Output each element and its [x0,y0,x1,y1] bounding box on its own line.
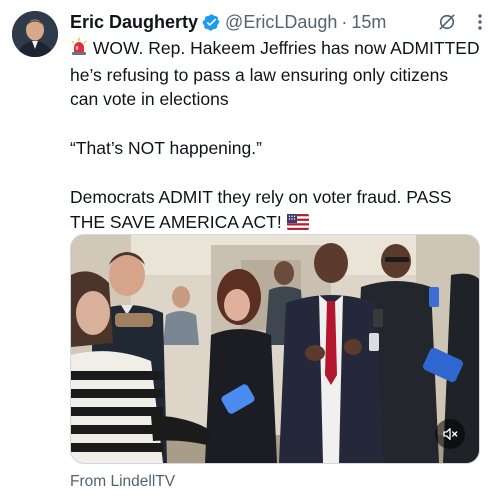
tweet-quote: “That’s NOT happening.” [70,138,262,158]
tweet-header: Eric Daugherty @EricLDaugh · 15m [70,8,483,36]
video-attribution[interactable]: From LindellTV [70,473,175,491]
grok-icon[interactable] [437,12,457,32]
avatar[interactable] [12,11,58,57]
tweet-timestamp[interactable]: 15m [351,12,386,33]
header-separator: · [341,11,348,32]
verified-badge-icon [202,13,221,32]
tweet-text: WOW. Rep. Hakeem Jeffries has now ADMITT… [70,36,480,236]
video-frame [71,235,479,463]
tweet-paragraph-3: Democrats ADMIT they rely on voter fraud… [70,185,480,236]
tweet-paragraph-1: WOW. Rep. Hakeem Jeffries has now ADMITT… [70,36,480,112]
tweet-text-line-3: Democrats ADMIT they rely on voter fraud… [70,187,452,232]
video-player[interactable] [70,234,480,464]
siren-emoji-icon [70,38,88,63]
muted-speaker-icon[interactable] [435,419,465,449]
author-name[interactable]: Eric Daugherty [70,12,198,33]
more-options-icon[interactable] [477,13,483,31]
author-handle[interactable]: @EricLDaugh [225,12,337,33]
tweet-text-line-1: WOW. Rep. Hakeem Jeffries has now ADMITT… [70,38,480,109]
us-flag-emoji-icon [286,212,309,237]
profile-photo-icon [12,11,58,57]
